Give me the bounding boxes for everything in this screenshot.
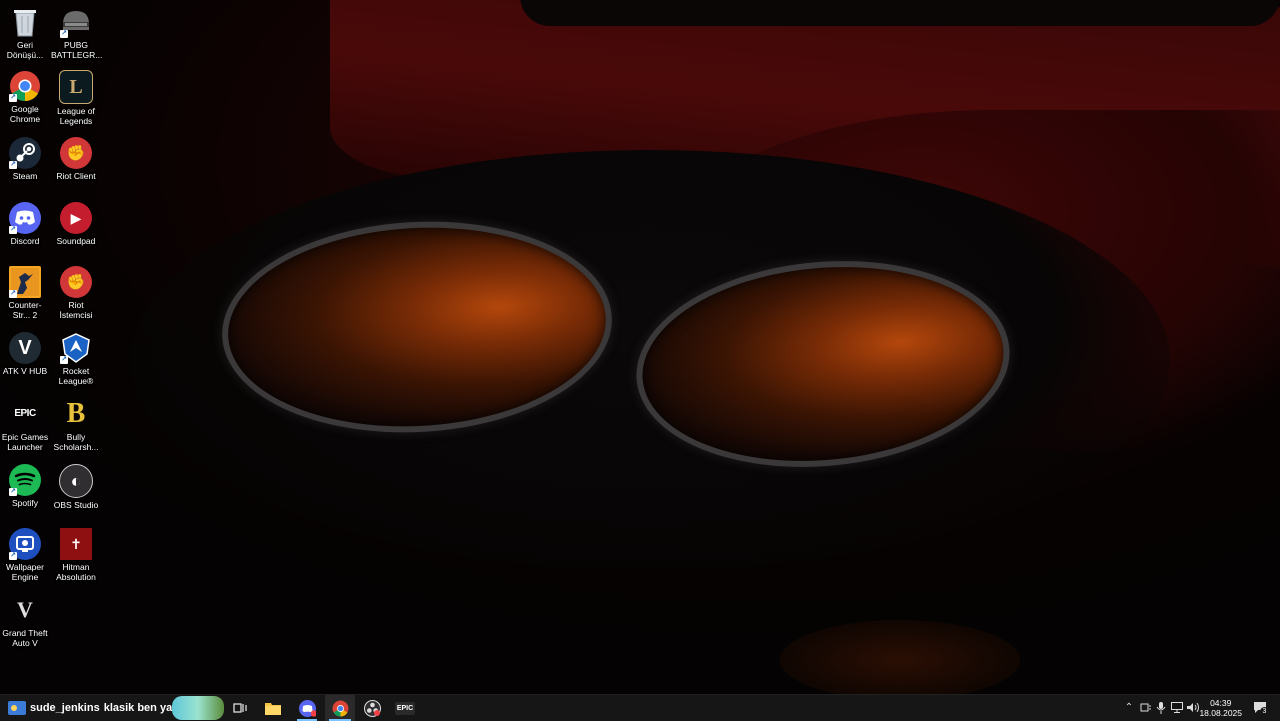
taskbar-file-explorer[interactable] — [259, 695, 287, 721]
desktop-wallpaper — [0, 0, 1280, 694]
desktop-icon-google-chrome[interactable]: ↗ Google Chrome — [0, 70, 50, 124]
desktop-icon-label: OBS Studio — [53, 500, 99, 510]
atk-v-hub-icon: V — [9, 332, 41, 364]
desktop-icon-label: Discord — [10, 236, 40, 246]
desktop-icon-label: Grand Theft Auto V — [2, 628, 48, 648]
riot-client-icon: ✊ — [60, 137, 92, 169]
hitman-icon: ✝ — [60, 528, 92, 560]
recycle-bin-icon — [9, 6, 41, 38]
desktop-icon-label: Google Chrome — [9, 104, 41, 124]
desktop-icon-label: Spotify — [12, 498, 38, 508]
hardware-icon[interactable] — [1139, 702, 1151, 714]
bully-icon: B — [66, 398, 86, 429]
volume-icon[interactable] — [1187, 702, 1199, 714]
desktop-icon-hitman[interactable]: ✝ Hitman Absolution — [51, 528, 101, 582]
clock-date: 18.08.2025 — [1199, 708, 1242, 718]
notification-count-badge: 3 — [1260, 707, 1269, 716]
desktop-icon-label: Counter-Str... 2 — [8, 300, 42, 320]
taskbar-obs[interactable] — [358, 695, 386, 721]
taskbar-epic-games[interactable]: EPIC — [391, 695, 419, 721]
desktop-icon-label: Epic Games Launcher — [1, 432, 49, 452]
desktop-icon-label: Wallpaper Engine — [6, 562, 44, 582]
desktop-icon-epic-games[interactable]: EPIC Epic Games Launcher — [0, 398, 50, 453]
wallpaper-glow — [780, 620, 1020, 694]
desktop-icon-counter-strike[interactable]: ↗ Counter-Str... 2 — [0, 266, 50, 320]
desktop-icon-label: ATK V HUB — [2, 366, 48, 376]
desktop-icon-label: Rocket League® — [58, 366, 94, 386]
clock-time: 04:39 — [1210, 698, 1232, 708]
desktop-icon-recycle-bin[interactable]: Geri Dönüşü... — [0, 6, 50, 60]
taskbar: sude_jenkins klasik ben ya EPIC ⌃ 04:39 … — [0, 694, 1280, 721]
desktop-icon-label: League of Legends — [57, 106, 95, 126]
epic-games-icon: EPIC — [394, 701, 416, 715]
desktop-icon-pubg[interactable]: ↗ PUBG BATTLEGR... — [51, 6, 103, 60]
desktop-icon-label: Soundpad — [56, 236, 96, 246]
rocket-league-icon: ↗ — [60, 332, 92, 364]
shortcut-arrow-icon: ↗ — [9, 290, 17, 298]
desktop-icon-soundpad[interactable]: ▶ Soundpad — [51, 202, 101, 246]
news-text: klasik ben ya — [103, 702, 173, 714]
desktop-icon-label: Steam — [12, 171, 38, 181]
shortcut-arrow-icon: ↗ — [9, 94, 17, 102]
shortcut-arrow-icon: ↗ — [60, 356, 68, 364]
task-view-button[interactable] — [226, 695, 254, 721]
taskbar-chrome[interactable] — [325, 695, 355, 721]
news-user-name: sude_jenkins — [30, 702, 100, 714]
folder-icon — [265, 702, 281, 715]
desktop-icon-bully[interactable]: B Bully Scholarsh... — [51, 398, 101, 452]
task-view-icon — [233, 703, 247, 713]
riot-istemcisi-icon: ✊ — [60, 266, 92, 298]
notification-center-button[interactable]: 3 — [1252, 701, 1269, 716]
desktop-icon-label: Riot Client — [56, 171, 96, 181]
desktop-icon-rocket-league[interactable]: ↗ Rocket League® — [51, 332, 101, 386]
desktop-icon-gta-v[interactable]: V Grand Theft Auto V — [0, 594, 50, 648]
spotify-icon: ↗ — [9, 464, 41, 496]
desktop-icon-riot-client[interactable]: ✊ Riot Client — [51, 137, 101, 181]
chrome-icon — [332, 700, 348, 716]
clock[interactable]: 04:39 18.08.2025 — [1199, 698, 1242, 718]
shortcut-arrow-icon: ↗ — [9, 552, 17, 560]
desktop-icon-label: Riot İstemcisi — [59, 300, 93, 320]
shortcut-arrow-icon: ↗ — [60, 30, 68, 38]
wallpaper-engine-icon: ↗ — [9, 528, 41, 560]
chrome-icon: ↗ — [9, 70, 41, 102]
desktop-icon-label: Geri Dönüşü... — [6, 40, 44, 60]
desktop-icon-atk-v-hub[interactable]: V ATK V HUB — [0, 332, 50, 376]
soundpad-icon: ▶ — [60, 202, 92, 234]
widget-icon — [8, 701, 26, 720]
gta-v-icon: V — [17, 597, 33, 622]
network-icon[interactable] — [1171, 702, 1183, 714]
desktop-icon-label: PUBG BATTLEGR... — [51, 40, 103, 60]
obs-studio-icon: ◐ — [59, 464, 93, 498]
desktop-icon-obs-studio[interactable]: ◐ OBS Studio — [51, 464, 101, 510]
wallpaper-dark-band — [520, 0, 1280, 26]
shortcut-arrow-icon: ↗ — [9, 488, 17, 496]
league-of-legends-icon: L — [59, 70, 93, 104]
shortcut-arrow-icon: ↗ — [9, 161, 17, 169]
pubg-icon: ↗ — [60, 6, 92, 38]
desktop-icon-steam[interactable]: ↗ Steam — [0, 137, 50, 181]
taskbar-discord[interactable] — [293, 695, 321, 721]
news-thumbnail-image — [172, 696, 224, 720]
desktop-icon-riot-istemcisi[interactable]: ✊ Riot İstemcisi — [51, 266, 101, 320]
discord-icon — [298, 699, 316, 717]
desktop-icon-league-of-legends[interactable]: L League of Legends — [51, 70, 101, 126]
epic-games-icon: EPIC — [14, 408, 36, 419]
desktop-icon-label: Hitman Absolution — [56, 562, 96, 582]
news-widget[interactable]: sude_jenkins klasik ben ya — [0, 695, 230, 721]
steam-icon: ↗ — [9, 137, 41, 169]
desktop-icon-wallpaper-engine[interactable]: ↗ Wallpaper Engine — [0, 528, 50, 582]
desktop-icon-label: Bully Scholarsh... — [53, 432, 99, 452]
shortcut-arrow-icon: ↗ — [9, 226, 17, 234]
obs-studio-icon — [363, 699, 381, 717]
counter-strike-icon: ↗ — [9, 266, 41, 298]
discord-icon: ↗ — [9, 202, 41, 234]
show-hidden-icons-chevron-icon[interactable]: ⌃ — [1123, 702, 1135, 714]
desktop-icon-discord[interactable]: ↗ Discord — [0, 202, 50, 246]
microphone-icon[interactable] — [1155, 702, 1167, 714]
desktop-icon-spotify[interactable]: ↗ Spotify — [0, 464, 50, 508]
